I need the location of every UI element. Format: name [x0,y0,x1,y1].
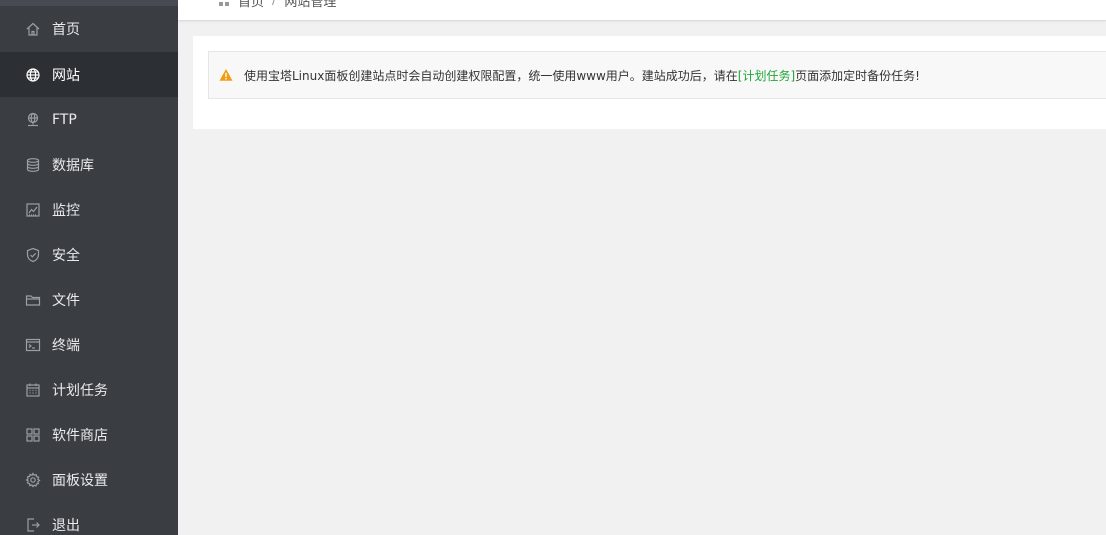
sidebar-item-label: 终端 [52,337,80,354]
folder-icon [25,292,41,308]
sidebar-item-ftp[interactable]: FTP [0,97,178,142]
sidebar-item-panel-settings[interactable]: 面板设置 [0,457,178,502]
sidebar-item-app-store[interactable]: 软件商店 [0,412,178,457]
gear-icon [25,471,41,488]
top-bar: 首页 / 网站管理 [178,0,1106,21]
breadcrumb: 首页 / 网站管理 [218,0,336,10]
sidebar-item-home[interactable]: 首页 [0,6,178,51]
sidebar-item-database[interactable]: 数据库 [0,142,178,187]
sidebar-item-label: 退出 [52,517,80,534]
warning-icon [219,68,233,82]
sidebar-item-crontab[interactable]: 计划任务 [0,367,178,412]
logout-icon [25,517,41,533]
sidebar-item-logout[interactable]: 退出 [0,502,178,535]
sidebar-item-security[interactable]: 安全 [0,232,178,277]
breadcrumb-current: 网站管理 [284,0,337,10]
sidebar-item-label: FTP [52,111,77,128]
sidebar-item-label: 监控 [52,202,80,219]
warning-notice: 使用宝塔Linux面板创建站点时会自动创建权限配置，统一使用www用户。建站成功… [208,51,1106,99]
main-content: 首页 / 网站管理 使用宝塔Linux面板创建站点时会自动创建权限配置，统一使用… [178,0,1106,535]
calendar-icon [25,382,41,398]
sidebar-item-label: 计划任务 [52,382,108,399]
globe-icon [25,67,41,83]
terminal-icon [25,337,41,353]
shield-icon [25,247,41,263]
sidebar-item-label: 安全 [52,247,80,264]
content-panel: 使用宝塔Linux面板创建站点时会自动创建权限配置，统一使用www用户。建站成功… [193,36,1106,129]
sidebar-item-label: 软件商店 [52,427,108,444]
sidebar-item-website[interactable]: 网站 [0,52,178,97]
notice-text-after: 页面添加定时备份任务! [795,68,920,83]
sidebar-item-label: 文件 [52,292,80,309]
home-icon [25,21,41,37]
sidebar-item-monitor[interactable]: 监控 [0,187,178,232]
ftp-icon [25,112,41,128]
apps-icon [25,427,41,443]
sidebar: 首页 网站 FTP 数据库 监控 安全 文件 终端 计划任务 软件商店 面板设置… [0,0,178,535]
sidebar-item-label: 面板设置 [52,472,108,489]
sidebar-item-label: 首页 [52,21,80,38]
sidebar-item-files[interactable]: 文件 [0,277,178,322]
sidebar-item-label: 网站 [52,67,80,84]
database-icon [25,157,41,173]
sidebar-item-label: 数据库 [52,157,94,174]
breadcrumb-home-link[interactable]: 首页 [238,0,264,10]
notice-text-before: 使用宝塔Linux面板创建站点时会自动创建权限配置，统一使用www用户。建站成功… [244,68,738,83]
breadcrumb-home-icon [218,0,230,7]
monitor-icon [25,202,41,218]
sidebar-item-terminal[interactable]: 终端 [0,322,178,367]
crontab-link[interactable]: [计划任务] [738,67,795,84]
breadcrumb-separator: / [272,0,277,8]
